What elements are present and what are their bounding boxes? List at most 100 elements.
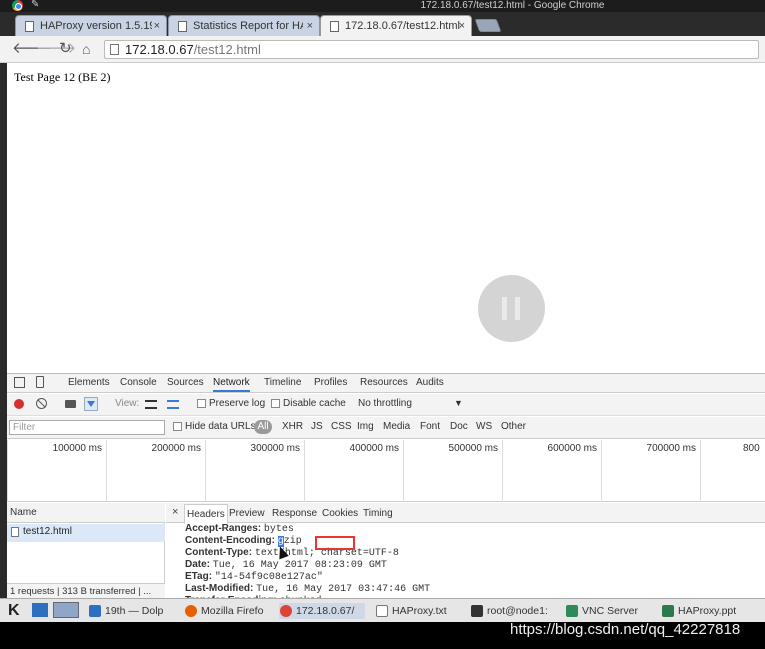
taskbar-item-terminal[interactable]: root@node1: [470, 603, 556, 619]
taskbar-item-dolphin[interactable]: 19th — Dolp [88, 603, 174, 619]
tick-label: 700000 ms [646, 443, 696, 454]
filter-icon[interactable] [84, 397, 98, 411]
devtools-tab-network[interactable]: Network [213, 377, 250, 392]
taskbar-item-chrome[interactable]: 172.18.0.67/ [279, 603, 365, 619]
filter-type-js[interactable]: JS [311, 421, 323, 432]
devtools-tab-elements[interactable]: Elements [68, 377, 110, 388]
terminal-icon [471, 605, 483, 617]
response-header-row: Date: Tue, 16 May 2017 08:23:09 GMT [185, 559, 387, 571]
detail-tab-headers[interactable]: Headers [184, 504, 228, 524]
mail-icon[interactable] [32, 603, 48, 617]
tab-close-icon[interactable]: × [459, 16, 465, 36]
filter-bar: Filter Hide data URLs All XHR JS CSS Img… [7, 417, 765, 439]
preserve-log-checkbox[interactable] [197, 399, 206, 408]
tab-haproxy-version[interactable]: HAProxy version 1.5.19 × [15, 15, 167, 36]
header-key: Date: [185, 559, 211, 570]
disable-cache-label: Disable cache [283, 398, 346, 409]
tab-close-icon[interactable]: × [154, 16, 160, 36]
tab-close-icon[interactable]: × [307, 16, 313, 36]
taskbar-item-vnc[interactable]: VNC Server [565, 603, 651, 619]
taskbar-item-label: HAProxy.txt [392, 605, 447, 617]
devtools-tab-audits[interactable]: Audits [416, 377, 444, 388]
camera-icon[interactable] [65, 400, 76, 408]
chrome-icon [280, 605, 292, 617]
address-bar[interactable]: 172.18.0.67/test12.html [104, 40, 759, 59]
window-title: 172.18.0.67/test12.html - Google Chrome [420, 0, 605, 11]
reload-icon[interactable]: ↻ [59, 40, 72, 58]
filter-type-xhr[interactable]: XHR [282, 421, 303, 432]
detail-tab-cookies[interactable]: Cookies [322, 508, 358, 519]
inspect-element-icon[interactable] [14, 377, 25, 388]
request-detail-pane: × Headers Preview Response Cookies Timin… [166, 503, 765, 599]
tick-label: 300000 ms [250, 443, 300, 454]
watermark-text: https://blog.csdn.net/qq_42227818 [510, 621, 741, 638]
pause-icon[interactable] [478, 275, 545, 342]
header-value: bytes [263, 524, 294, 535]
taskbar-item-label: root@node1: [487, 605, 548, 617]
devtools-tab-sources[interactable]: Sources [167, 377, 204, 388]
filter-type-media[interactable]: Media [383, 421, 410, 432]
waterfall-icon[interactable] [167, 400, 179, 409]
page-icon [330, 21, 339, 32]
timeline-tick: 300000 ms [205, 440, 304, 502]
network-overview[interactable]: 100000 ms 200000 ms 300000 ms 400000 ms … [7, 440, 765, 502]
filter-input[interactable]: Filter [9, 420, 165, 435]
detail-tab-timing[interactable]: Timing [363, 508, 393, 519]
detail-tab-response[interactable]: Response [272, 508, 317, 519]
chevron-down-icon[interactable]: ▼ [454, 398, 463, 408]
pager-icon[interactable] [53, 602, 79, 618]
page-info-icon[interactable] [110, 44, 119, 55]
timeline-tick: 400000 ms [304, 440, 403, 502]
devtools-tab-profiles[interactable]: Profiles [314, 377, 347, 388]
response-header-row: Accept-Ranges: bytes [185, 523, 294, 535]
taskbar-item-label: 19th — Dolp [105, 605, 164, 617]
home-icon[interactable]: ⌂ [82, 40, 90, 58]
device-mode-icon[interactable] [36, 376, 44, 388]
header-key: Accept-Ranges: [185, 523, 262, 534]
filter-type-doc[interactable]: Doc [450, 421, 468, 432]
timeline-tick: 600000 ms [502, 440, 601, 502]
devtools-tabbar: Elements Console Sources Network Timelin… [7, 374, 765, 393]
hide-data-urls-checkbox[interactable] [173, 422, 182, 431]
window-titlebar: ✎ 172.18.0.67/test12.html - Google Chrom… [0, 0, 765, 12]
detail-tab-preview[interactable]: Preview [229, 508, 265, 519]
page-icon [178, 21, 187, 32]
taskbar-item-firefox[interactable]: Mozilla Firefo [184, 603, 270, 619]
new-tab-button[interactable] [474, 19, 502, 32]
close-icon[interactable]: × [172, 506, 178, 518]
clear-icon[interactable] [36, 398, 47, 409]
response-header-row: Last-Modified: Tue, 16 May 2017 03:47:46… [185, 583, 430, 595]
name-column-header[interactable]: Name [7, 503, 165, 523]
record-icon[interactable] [14, 399, 24, 409]
tab-strip: HAProxy version 1.5.19 × Statistics Repo… [0, 12, 765, 36]
header-value: Tue, 16 May 2017 08:23:09 GMT [212, 560, 387, 571]
header-key: Content-Encoding: [185, 535, 275, 546]
filter-type-font[interactable]: Font [420, 421, 440, 432]
filter-type-img[interactable]: Img [357, 421, 374, 432]
tab-test12[interactable]: 172.18.0.67/test12.html × [320, 15, 472, 36]
tab-statistics-report[interactable]: Statistics Report for HA × [168, 15, 320, 36]
throttling-select[interactable]: No throttling [358, 398, 412, 409]
kde-menu-icon[interactable]: K [8, 602, 28, 620]
response-header-row: ETag: "14-54f9c08e127ac" [185, 571, 323, 583]
filter-type-other[interactable]: Other [501, 421, 526, 432]
desktop-screen: ✎ 172.18.0.67/test12.html - Google Chrom… [0, 0, 765, 649]
disable-cache-checkbox[interactable] [271, 399, 280, 408]
request-list: Name test12.html 1 requests | 313 B tran… [7, 503, 165, 599]
taskbar-item-haproxy-txt[interactable]: HAProxy.txt [375, 603, 461, 619]
filter-type-css[interactable]: CSS [331, 421, 352, 432]
filter-type-all[interactable]: All [254, 420, 272, 434]
devtools-tab-timeline[interactable]: Timeline [264, 377, 301, 388]
filter-type-ws[interactable]: WS [476, 421, 492, 432]
taskbar-item-label: 172.18.0.67/ [296, 605, 355, 617]
list-view-icon[interactable] [145, 400, 157, 409]
table-row[interactable]: test12.html [7, 524, 165, 542]
taskbar-item-label: Mozilla Firefo [201, 605, 264, 617]
page-body-text: Test Page 12 (BE 2) [14, 70, 111, 84]
taskbar-item-haproxy-ppt[interactable]: HAProxy.ppt [661, 603, 741, 619]
response-header-row: Content-Type: text/html; charset=UTF-8 [185, 547, 399, 559]
devtools-tab-resources[interactable]: Resources [360, 377, 408, 388]
header-key: Content-Type: [185, 547, 253, 558]
tick-label: 100000 ms [52, 443, 102, 454]
devtools-tab-console[interactable]: Console [120, 377, 157, 388]
